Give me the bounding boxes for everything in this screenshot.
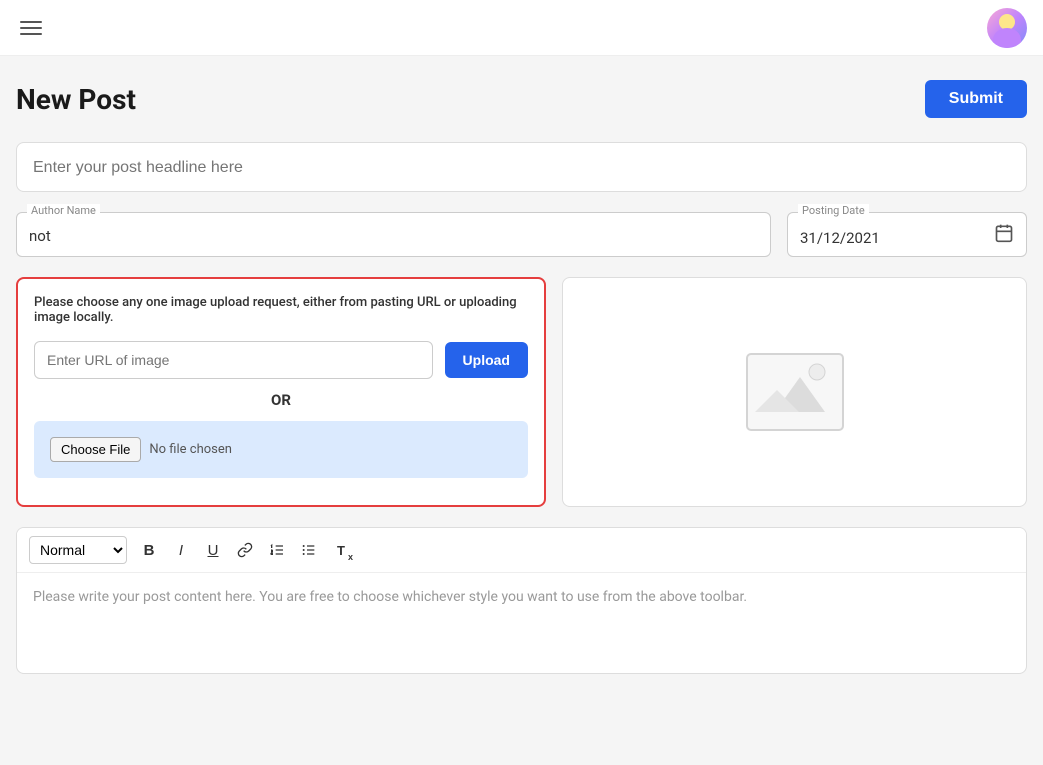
file-upload-area: Choose File No file chosen	[34, 421, 528, 478]
file-name-label: No file chosen	[149, 442, 232, 457]
author-value: not	[29, 227, 758, 245]
editor-toolbar: Normal Heading 1 Heading 2 Heading 3 B I…	[17, 528, 1026, 573]
file-input-wrapper: Choose File No file chosen	[50, 437, 512, 462]
url-input[interactable]	[34, 341, 433, 379]
hamburger-menu-icon[interactable]	[16, 17, 46, 39]
user-avatar[interactable]	[987, 8, 1027, 48]
unordered-list-button[interactable]	[295, 536, 323, 564]
upload-button[interactable]: Upload	[445, 342, 528, 378]
url-row: Upload	[34, 341, 528, 379]
date-label: Posting Date	[798, 204, 869, 217]
ordered-list-button[interactable]	[263, 536, 291, 564]
or-divider: OR	[34, 391, 528, 409]
editor-section: Normal Heading 1 Heading 2 Heading 3 B I…	[16, 527, 1027, 674]
calendar-icon[interactable]	[994, 223, 1014, 248]
image-upload-warning: Please choose any one image upload reque…	[34, 295, 528, 325]
page-header: New Post Submit	[16, 80, 1027, 118]
meta-row: Author Name not Posting Date 31/12/2021	[16, 212, 1027, 257]
date-value: 31/12/2021	[800, 229, 880, 247]
headline-wrapper	[16, 142, 1027, 192]
link-button[interactable]	[231, 536, 259, 564]
author-label: Author Name	[27, 204, 100, 217]
choose-file-button[interactable]: Choose File	[50, 437, 141, 462]
image-placeholder-icon	[735, 347, 855, 437]
italic-button[interactable]: I	[167, 536, 195, 564]
underline-button[interactable]: U	[199, 536, 227, 564]
image-preview	[562, 277, 1027, 507]
page-title: New Post	[16, 83, 136, 116]
editor-area[interactable]: Please write your post content here. You…	[17, 573, 1026, 673]
author-field-wrapper: Author Name not	[16, 212, 771, 257]
image-upload-panel: Please choose any one image upload reque…	[16, 277, 546, 507]
submit-button[interactable]: Submit	[925, 80, 1027, 118]
main-content: New Post Submit Author Name not Posting …	[0, 56, 1043, 698]
clear-format-button[interactable]: T x	[327, 536, 355, 564]
headline-input[interactable]	[33, 159, 1010, 177]
bold-button[interactable]: B	[135, 536, 163, 564]
image-section: Please choose any one image upload reque…	[16, 277, 1027, 507]
date-field-wrapper: Posting Date 31/12/2021	[787, 212, 1027, 257]
top-navigation	[0, 0, 1043, 56]
format-select[interactable]: Normal Heading 1 Heading 2 Heading 3	[29, 536, 127, 564]
